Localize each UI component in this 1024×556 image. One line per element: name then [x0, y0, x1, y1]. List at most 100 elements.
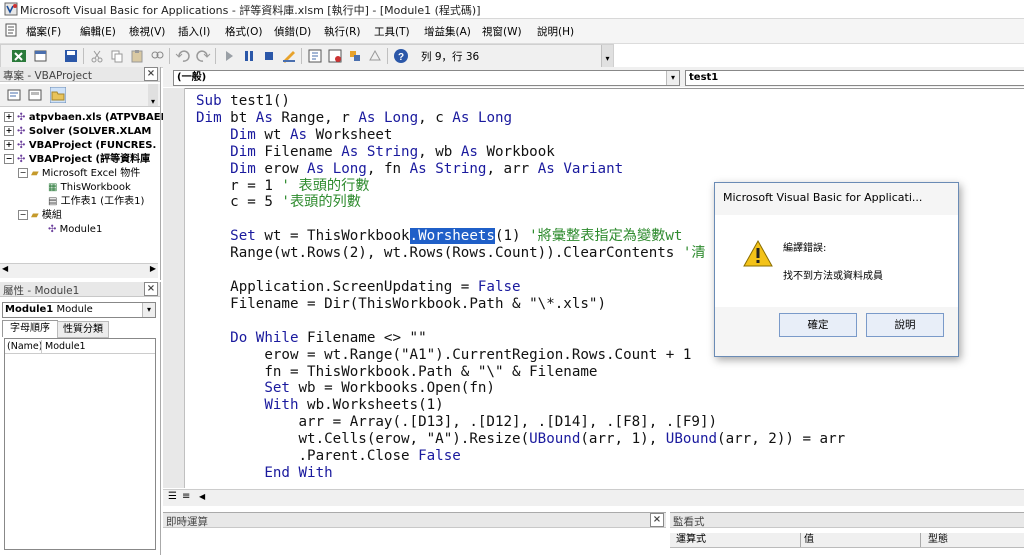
dialog-title: Microsoft Visual Basic for Applicati... — [723, 191, 923, 204]
expand-icon[interactable]: + — [4, 126, 14, 136]
menu-debug[interactable]: 偵錯(D) — [274, 24, 311, 39]
menu-window[interactable]: 視窗(W) — [482, 24, 522, 39]
property-value[interactable]: Module1 — [45, 340, 86, 353]
property-name: (Name) — [7, 341, 43, 352]
chevron-down-icon[interactable]: ▾ — [142, 303, 155, 317]
immediate-close-button[interactable]: × — [650, 513, 664, 527]
properties-title-bar: 屬性 - Module1 × — [0, 282, 160, 297]
object-combo-value: (一般) — [177, 72, 207, 83]
expand-icon[interactable]: + — [4, 140, 14, 150]
tree-item[interactable]: ✣ Module1 — [48, 223, 102, 237]
design-mode-icon[interactable] — [281, 48, 297, 64]
tree-item[interactable]: + ✣ VBAProject (FUNCRES. — [4, 139, 156, 153]
toolbar-separator — [83, 48, 84, 64]
immediate-window: 即時運算 × — [163, 512, 666, 556]
menu-file[interactable]: 檔案(F) — [26, 24, 61, 39]
workbook-icon: ▦ — [48, 182, 58, 193]
run-icon[interactable] — [221, 48, 237, 64]
column-divider — [800, 533, 801, 547]
project-explorer-icon[interactable] — [307, 48, 323, 64]
view-excel-icon[interactable] — [11, 48, 27, 64]
vba-project-icon: ✣ — [17, 112, 26, 123]
error-heading: 編譯錯誤: — [783, 243, 827, 254]
tree-item[interactable]: − ✣ VBAProject (評等資料庫 — [4, 153, 150, 167]
toolbar-options-button[interactable]: ▾ — [601, 45, 613, 67]
error-message: 找不到方法或資料成員 — [783, 271, 883, 282]
project-hscrollbar[interactable]: ◀ ▶ — [0, 263, 158, 278]
cursor-position: 列 9，行 36 — [421, 51, 480, 63]
property-row[interactable]: (Name) Module1 — [5, 340, 155, 354]
menu-addins[interactable]: 增益集(A) — [424, 24, 471, 39]
menu-edit[interactable]: 編輯(E) — [80, 24, 116, 39]
collapse-icon[interactable]: − — [18, 210, 28, 220]
break-icon[interactable] — [241, 48, 257, 64]
tree-item[interactable]: + ✣ Solver (SOLVER.XLAM — [4, 125, 151, 139]
object-browser-icon[interactable] — [347, 48, 363, 64]
vba-project-icon: ✣ — [17, 126, 26, 137]
view-object-icon[interactable] — [27, 87, 43, 103]
find-icon[interactable] — [149, 48, 165, 64]
project-toolbar-more[interactable]: ▾ — [148, 84, 158, 106]
immediate-title: 即時運算 — [166, 516, 208, 528]
menu-help[interactable]: 說明(H) — [537, 24, 574, 39]
chevron-down-icon[interactable]: ▾ — [666, 71, 679, 85]
column-expression[interactable]: 運算式 — [676, 533, 706, 547]
redo-icon[interactable] — [195, 48, 211, 64]
properties-window: 屬性 - Module1 × Module1 Module ▾ 字母順序 性質分… — [0, 282, 161, 555]
watch-title: 監看式 — [673, 516, 705, 528]
scroll-left-icon[interactable]: ◀ — [2, 264, 8, 273]
procedure-view-icon[interactable]: ☰ — [168, 491, 177, 502]
collapse-icon[interactable]: − — [4, 154, 14, 164]
menu-format[interactable]: 格式(O) — [225, 24, 262, 39]
cut-icon[interactable] — [89, 48, 105, 64]
insert-userform-icon[interactable] — [33, 48, 49, 64]
tree-item[interactable]: ▤ 工作表1 (工作表1) — [48, 195, 144, 209]
paste-icon[interactable] — [129, 48, 145, 64]
project-explorer: 專案 - VBAProject × ▾ + ✣ atpvbaen.xls (ATP… — [0, 67, 169, 280]
column-divider — [920, 533, 921, 547]
tab-alphabetic[interactable]: 字母順序 — [2, 320, 58, 337]
menu-run[interactable]: 執行(R) — [324, 24, 361, 39]
title-bar: Microsoft Visual Basic for Applications … — [0, 0, 1024, 19]
tree-item[interactable]: ▦ ThisWorkbook — [48, 181, 131, 195]
margin-indicator-bar[interactable] — [163, 88, 185, 488]
tab-categorized[interactable]: 性質分類 — [57, 321, 109, 338]
tree-item[interactable]: + ✣ atpvbaen.xls (ATPVBAEN — [4, 111, 169, 125]
collapse-icon[interactable]: − — [18, 168, 28, 178]
object-combo[interactable]: (一般) ▾ — [173, 70, 680, 86]
view-code-icon[interactable] — [6, 87, 22, 103]
folder-icon: ▰ — [31, 210, 39, 221]
copy-icon[interactable] — [109, 48, 125, 64]
undo-icon[interactable] — [175, 48, 191, 64]
folder-icon: ▰ — [31, 168, 39, 179]
menu-insert[interactable]: 插入(I) — [178, 24, 210, 39]
procedure-combo[interactable]: test1 — [685, 70, 1024, 86]
properties-window-icon[interactable] — [327, 48, 343, 64]
help-icon[interactable]: ? — [393, 48, 409, 64]
scroll-right-icon[interactable]: ▶ — [150, 264, 156, 273]
code-hscrollbar[interactable]: ☰ ≡ ◀ — [163, 489, 1024, 506]
reset-icon[interactable] — [261, 48, 277, 64]
property-divider — [41, 340, 42, 353]
menu-tools[interactable]: 工具(T) — [374, 24, 410, 39]
full-module-view-icon[interactable]: ≡ — [182, 491, 190, 502]
column-type[interactable]: 型態 — [928, 533, 948, 547]
tree-item[interactable]: − ▰ Microsoft Excel 物件 — [18, 167, 140, 181]
scroll-left-icon[interactable]: ◀ — [199, 492, 205, 501]
immediate-title-bar: 即時運算 × — [163, 513, 666, 528]
properties-object-select[interactable]: Module1 Module ▾ — [2, 302, 156, 318]
toolbar-separator — [301, 48, 302, 64]
tree-item[interactable]: − ▰ 模組 — [18, 209, 62, 223]
ok-button[interactable]: 確定 — [779, 313, 857, 337]
properties-close-button[interactable]: × — [144, 282, 158, 296]
column-value[interactable]: 值 — [804, 533, 814, 547]
toolbar-separator — [169, 48, 170, 64]
toolbox-icon[interactable] — [367, 48, 383, 64]
expand-icon[interactable]: + — [4, 112, 14, 122]
menu-view[interactable]: 檢視(V) — [129, 24, 165, 39]
toggle-folders-icon[interactable] — [50, 87, 66, 103]
project-close-button[interactable]: × — [144, 67, 158, 81]
help-button[interactable]: 說明 — [866, 313, 944, 337]
module-doc-icon[interactable] — [4, 23, 18, 37]
save-icon[interactable] — [63, 48, 79, 64]
